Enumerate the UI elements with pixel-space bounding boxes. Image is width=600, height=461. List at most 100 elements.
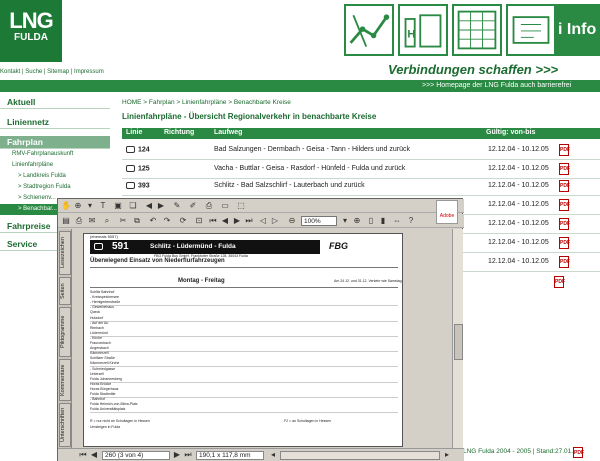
pdf-icon[interactable]: PDF xyxy=(559,144,570,156)
validity: 12.12.04 - 10.12.05 xyxy=(488,146,549,153)
scroll-left-icon[interactable]: ◂ xyxy=(268,450,278,460)
undo-icon[interactable]: ↶ xyxy=(148,216,158,226)
cut-icon[interactable]: ✂ xyxy=(118,216,128,226)
previous-view-icon[interactable]: ◁ xyxy=(258,216,268,226)
line-number: 124 xyxy=(126,146,150,153)
next-view-icon[interactable]: ▷ xyxy=(270,216,280,226)
nav-rmv-fahrplanauskunft[interactable]: RMV-Fahrplanauskunft xyxy=(0,149,110,160)
zoom-in-icon[interactable]: ⊕ xyxy=(352,216,362,226)
validity: 12.12.04 - 10.12.05 xyxy=(488,182,549,189)
nav-landkreis-fulda[interactable]: > Landkreis Fulda xyxy=(0,171,110,182)
meta-links[interactable]: Kontakt | Suche | Sitemap | Impressum xyxy=(0,69,104,75)
table-row: 393 Schlitz - Bad Salzschlirf - Lauterba… xyxy=(122,177,600,196)
vertical-scrollbar[interactable] xyxy=(452,229,463,449)
slogan: Verbindungen schaffen >>> xyxy=(388,62,559,77)
route-path: Bad Salzungen - Dermbach - Geisa - Tann … xyxy=(214,146,410,153)
tab-signatures[interactable]: Unterschriften xyxy=(59,403,71,447)
pdf-viewer-window[interactable]: ✋ ⊕ ▾ T ▣ ❏ ◀ ▶ ✎ ✐ ⎙ ▭ ⬚ ▤ ⎙ ✉ ⌕ ✂ ⧉ ↶ … xyxy=(57,198,464,461)
timetable-icon[interactable] xyxy=(452,4,502,56)
pen-icon[interactable]: ✐ xyxy=(188,201,198,211)
shape-tool-icon[interactable]: ⬚ xyxy=(236,201,246,211)
next-page-icon[interactable]: ▶ xyxy=(232,216,242,226)
hand-tool-icon[interactable]: ✋ xyxy=(61,201,71,211)
tab-bookmarks[interactable]: Lesezeichen xyxy=(59,231,71,275)
redo-icon[interactable]: ↷ xyxy=(162,216,172,226)
pdf-icon[interactable]: PDF xyxy=(559,218,570,230)
save-icon[interactable]: ▤ xyxy=(61,216,71,226)
route-number: 591 xyxy=(112,241,129,252)
saturday-note: Am 24.12. und 31.12. Verkehr wie Samstag xyxy=(334,279,402,283)
info-tile[interactable]: i Info xyxy=(554,4,600,56)
pdf-icon[interactable]: PDF xyxy=(559,199,570,211)
divider xyxy=(90,412,398,414)
tab-comments[interactable]: Kommentare xyxy=(59,359,71,401)
accessible-homepage-link[interactable]: >>> Homepage der LNG Fulda auch barriere… xyxy=(0,80,600,92)
bus-stop-icon[interactable]: H xyxy=(398,4,448,56)
nav-stadtregion-fulda[interactable]: > Stadtregion Fulda xyxy=(0,182,110,193)
route-path: Vacha - Buttlar - Geisa - Rasdorf - Hünf… xyxy=(214,165,406,172)
snapshot-icon[interactable]: ▣ xyxy=(113,201,123,211)
validity: 12.12.04 - 10.12.05 xyxy=(488,220,549,227)
chevron-down-icon[interactable]: ▾ xyxy=(85,201,95,211)
back-icon[interactable]: ◀ xyxy=(144,201,154,211)
fit-width-icon[interactable]: ⇔ xyxy=(392,216,402,226)
previous-page-icon[interactable]: ◀ xyxy=(89,450,99,460)
help-icon[interactable]: ? xyxy=(406,216,416,226)
previous-page-icon[interactable]: ◀ xyxy=(220,216,230,226)
fit-page-icon[interactable]: ⊡ xyxy=(194,216,204,226)
stamp-icon[interactable]: ⎙ xyxy=(204,201,214,211)
continuous-page-icon[interactable]: ▮ xyxy=(378,216,388,226)
print-icon[interactable]: ⎙ xyxy=(74,216,84,226)
pdf-icon[interactable]: PDF xyxy=(559,237,570,249)
breadcrumb[interactable]: HOME > Fahrplan > Linienfahrpläne > Bena… xyxy=(122,99,291,106)
highlight-icon[interactable]: ▭ xyxy=(220,201,230,211)
search-icon[interactable]: ⌕ xyxy=(102,216,112,226)
copy-icon[interactable]: ⧉ xyxy=(132,216,142,226)
zoom-input[interactable]: 100% xyxy=(301,216,337,226)
col-laufweg: Laufweg xyxy=(214,129,243,136)
last-page-icon[interactable]: ⏭ xyxy=(183,450,193,460)
rotate-icon[interactable]: ⟳ xyxy=(178,216,188,226)
scroll-right-icon[interactable]: ▸ xyxy=(442,450,452,460)
nav-fahrplan[interactable]: Fahrplan xyxy=(0,136,110,149)
pdf-icon[interactable]: PDF xyxy=(559,256,570,268)
zoom-tool-icon[interactable]: ⊕ xyxy=(73,201,83,211)
forward-icon[interactable]: ▶ xyxy=(156,201,166,211)
chevron-down-icon[interactable]: ▾ xyxy=(340,216,350,226)
email-icon[interactable]: ✉ xyxy=(87,216,97,226)
logo-text: LNG xyxy=(9,8,53,33)
network-map-icon[interactable] xyxy=(344,4,394,56)
nav-aktuell[interactable]: Aktuell xyxy=(0,96,110,109)
tab-thumbnails[interactable]: Piktogramme xyxy=(59,307,71,357)
page-number-field[interactable]: 260 (3 von 4) xyxy=(102,451,170,460)
pdf-icon[interactable]: PDF xyxy=(559,180,570,192)
comment-icon[interactable]: ✎ xyxy=(172,201,182,211)
single-page-icon[interactable]: ▯ xyxy=(366,216,376,226)
lng-logo[interactable]: LNG FULDA xyxy=(0,0,62,62)
ticket-icon[interactable] xyxy=(506,4,556,56)
first-page-icon[interactable]: ⏮ xyxy=(78,450,88,460)
horizontal-scrollbar[interactable] xyxy=(280,451,440,460)
company-logo: FBG xyxy=(329,241,348,251)
bus-icon xyxy=(94,243,103,250)
last-page-icon[interactable]: ⏭ xyxy=(244,216,254,226)
bus-icon xyxy=(126,165,135,172)
first-page-icon[interactable]: ⏮ xyxy=(208,216,218,226)
nav-linienfahrplaene[interactable]: Linienfahrpläne xyxy=(0,160,110,171)
nav-liniennetz[interactable]: Liniennetz xyxy=(0,116,110,129)
day-label: Montag - Freitag xyxy=(178,278,225,284)
tab-pages[interactable]: Seiten xyxy=(59,277,71,305)
zoom-out-icon[interactable]: ⊖ xyxy=(287,216,297,226)
select-text-icon[interactable]: T xyxy=(98,201,108,211)
validity: 12.12.04 - 10.12.05 xyxy=(488,258,549,265)
pdf-icon[interactable]: PDF xyxy=(559,163,570,175)
next-page-icon[interactable]: ▶ xyxy=(172,450,182,460)
pdf-icon[interactable]: PDF xyxy=(573,447,584,458)
divider xyxy=(90,267,398,268)
col-linie: Linie xyxy=(126,129,143,136)
top-banner: H i Info xyxy=(62,0,600,62)
pdf-icon[interactable]: PDF xyxy=(554,276,565,288)
bookmark-icon[interactable]: ❏ xyxy=(128,201,138,211)
scrollbar-thumb[interactable] xyxy=(454,324,463,360)
validity: 12.12.04 - 10.12.05 xyxy=(488,165,549,172)
